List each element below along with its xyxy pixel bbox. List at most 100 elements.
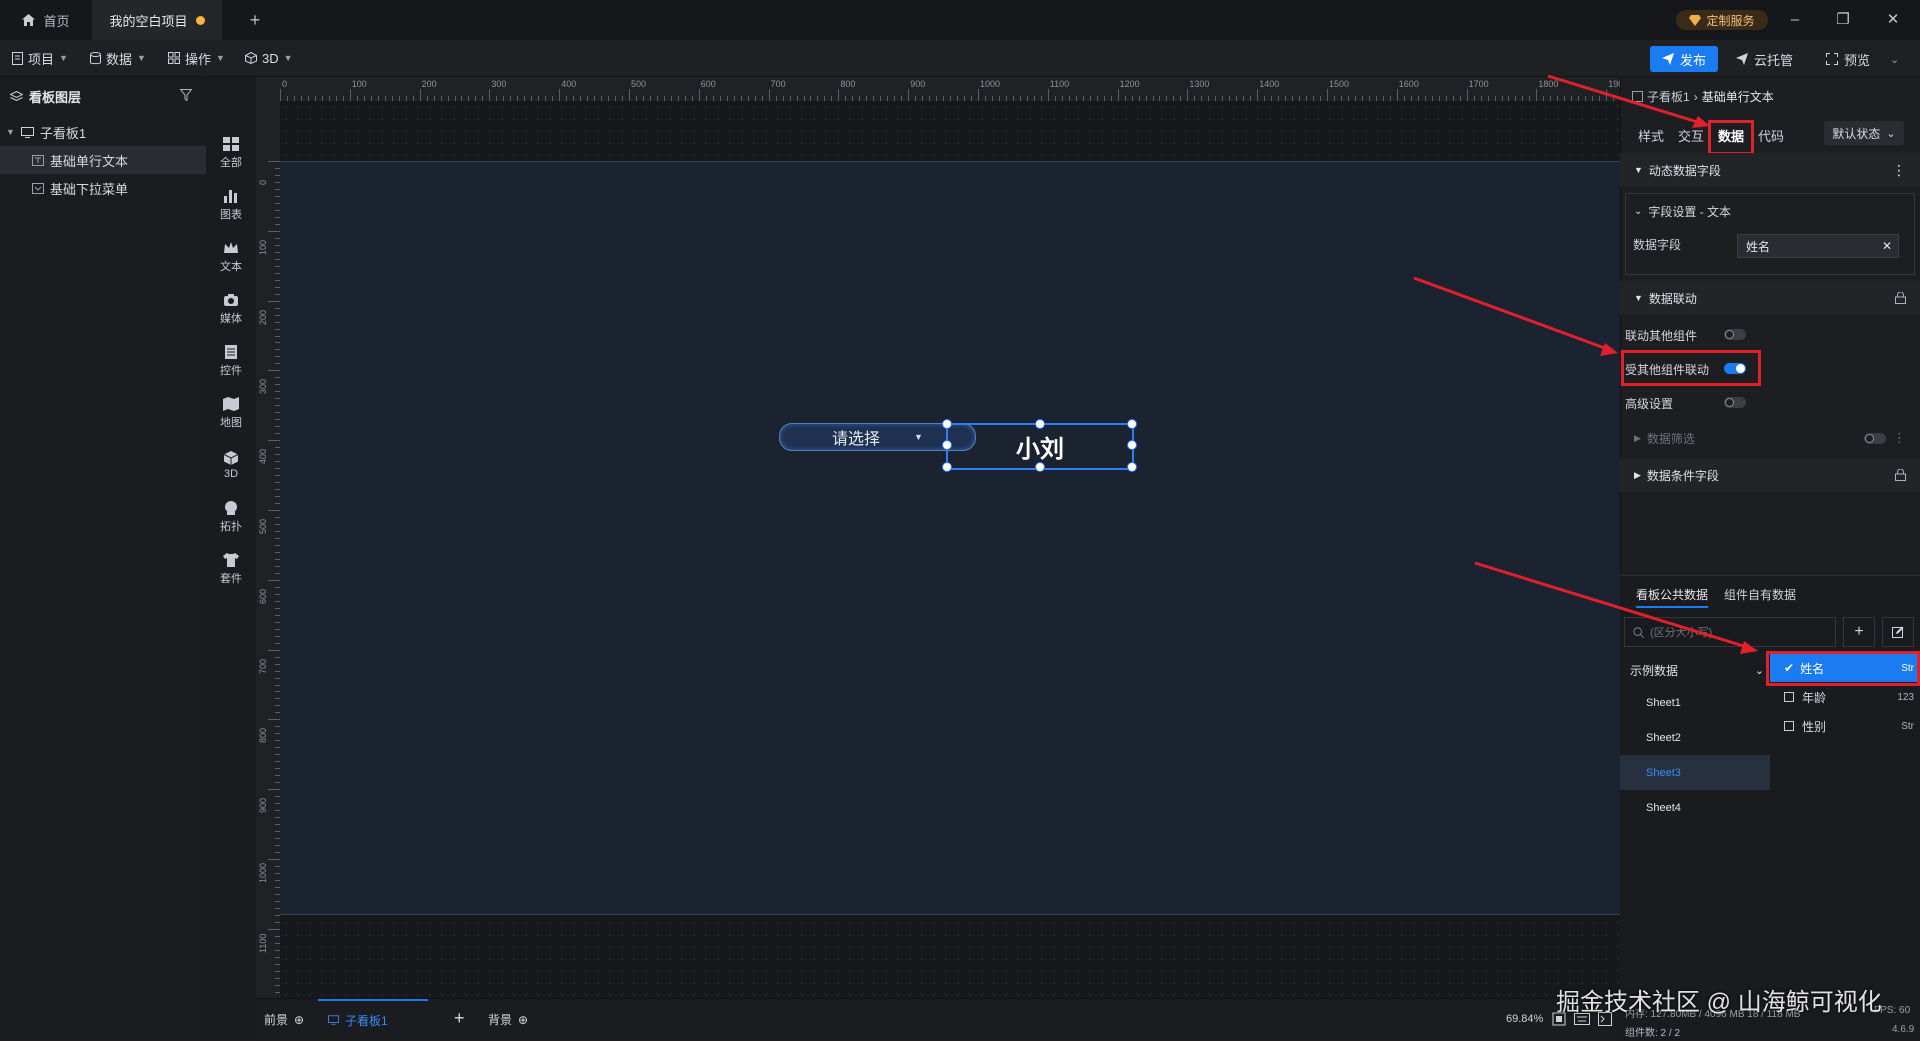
chevron-down-icon[interactable]: ⌄ [1890,53,1899,66]
field-row[interactable]: 年龄 123 [1770,683,1920,711]
category-media[interactable]: 媒体 [206,285,256,333]
sheet-item-selected[interactable]: Sheet3 [1620,755,1770,790]
add-circle-icon[interactable]: ⊕ [294,1013,304,1027]
preview-label: 预览 [1844,52,1871,68]
chevron-down-icon[interactable]: ▼ [6,127,15,137]
clear-icon[interactable]: ✕ [1882,239,1892,253]
filter-icon[interactable] [180,89,192,101]
lock-icon[interactable] [1895,469,1906,481]
sheet-item[interactable]: Sheet2 [1620,720,1770,755]
section-condition-fields[interactable]: ▶ 数据条件字段 [1620,458,1920,492]
tab-home[interactable]: 首页 [0,0,92,40]
sheet-item[interactable]: Sheet4 [1620,790,1770,825]
board-canvas[interactable] [280,161,1620,915]
edit-data-button[interactable] [1882,617,1914,647]
publish-button[interactable]: 发布 [1650,46,1718,72]
tab-home-label: 首页 [43,13,70,29]
category-text[interactable]: 文本 [206,233,256,281]
data-filter-toggle[interactable] [1864,433,1886,444]
tab-code[interactable]: 代码 [1758,126,1784,145]
add-circle-icon[interactable]: ⊕ [518,1013,528,1027]
resize-handle[interactable] [1127,462,1137,472]
field-row[interactable]: 性别 Str [1770,712,1920,740]
ruler-tick [1327,89,1328,101]
front-layer-tab[interactable]: 前景 ⊕ [264,1011,304,1028]
resize-handle[interactable] [1035,462,1045,472]
layer-item-dropdown[interactable]: 基础下拉菜单 [0,174,206,202]
section-data-filter[interactable]: ▶ 数据筛选 ⋮ [1620,420,1920,456]
chevron-down-icon: ⌄ [1634,206,1643,217]
data-search-placeholder: (区分大小写) [1650,627,1713,639]
menu-project-label: 项目 [28,51,55,67]
category-chart[interactable]: 图表 [206,181,256,229]
data-source-select[interactable]: 示例数据 ⌄ [1620,654,1770,686]
sheet-item[interactable]: Sheet1 [1620,685,1770,720]
menu-project[interactable]: 项目 ▼ [12,40,68,76]
checkbox[interactable] [1784,721,1794,731]
add-board-button[interactable]: + [454,1008,465,1029]
menu-3d[interactable]: 3D ▼ [245,40,293,76]
tab-project[interactable]: 我的空白项目 [92,0,222,40]
dropdown-layer-icon [32,182,44,194]
chevron-down-icon: ⌄ [1754,664,1764,677]
close-button[interactable]: ✕ [1881,8,1905,32]
category-control[interactable]: 控件 [206,337,256,385]
cloud-hosting-button[interactable]: 云托管 [1736,46,1793,72]
state-select[interactable]: 默认状态 ⌄ [1824,121,1904,145]
file-icon [12,51,23,65]
more-icon[interactable]: ⋮ [1893,430,1906,446]
data-field-input[interactable]: 姓名 ✕ [1737,234,1899,258]
resize-handle[interactable] [942,462,952,472]
tab-own-data[interactable]: 组件自有数据 [1724,586,1796,603]
text-component-value: 小刘 [1016,436,1064,463]
layer-item-text[interactable]: 基础单行文本 [0,146,206,174]
category-topology[interactable]: 拓扑 [206,493,256,541]
menu-data[interactable]: 数据 ▼ [90,40,146,76]
section-dynamic-fields[interactable]: ▼ 动态数据字段 ⋮ [1620,153,1920,187]
category-map[interactable]: 地图 [206,389,256,437]
grid-icon [223,137,239,151]
resize-handle[interactable] [1127,419,1137,429]
more-icon[interactable]: ⋮ [1892,162,1906,179]
checkbox[interactable] [1784,692,1794,702]
preview-button[interactable]: 预览 ⌄ [1826,46,1899,72]
tab-style[interactable]: 样式 [1638,126,1664,145]
layer-board[interactable]: ▼ 子看板1 [0,118,212,146]
ruler-label: 100 [258,239,268,255]
new-tab-button[interactable]: + [240,0,270,40]
tab-public-data[interactable]: 看板公共数据 [1636,586,1708,603]
category-kit[interactable]: 套件 [206,545,256,593]
minimize-button[interactable]: – [1783,8,1807,32]
ruler-tick [838,89,840,101]
section-linkage[interactable]: ▼ 数据联动 [1620,281,1920,315]
background-layer-tab[interactable]: 背景 ⊕ [488,1011,528,1028]
resize-handle[interactable] [1035,419,1045,429]
board-tab[interactable]: 子看板1 [318,999,428,1039]
link-other-toggle[interactable] [1724,329,1746,340]
chevron-down-icon: ▼ [283,53,293,63]
zoom-level[interactable]: 69.84% [1506,1013,1543,1025]
resize-handle[interactable] [1127,440,1137,450]
data-field-value: 姓名 [1746,239,1771,254]
tab-interaction[interactable]: 交互 [1678,126,1704,145]
breadcrumb-separator: › [1693,89,1698,104]
category-text-label: 文本 [220,261,242,273]
chevron-right-icon: ▶ [1634,469,1641,480]
category-3d[interactable]: 3D [206,441,256,489]
resize-handle[interactable] [942,419,952,429]
category-all[interactable]: 全部 [206,129,256,177]
ruler-tick [280,89,281,101]
custom-service-button[interactable]: 定制服务 [1676,10,1768,30]
ruler-tick [1536,89,1538,101]
menu-operation[interactable]: 操作 ▼ [168,40,225,76]
add-data-button[interactable]: + [1843,617,1875,647]
data-search-input[interactable]: (区分大小写) [1624,617,1836,647]
field-setting-header[interactable]: ⌄ 字段设置 - 文本 [1634,203,1731,220]
advanced-settings-toggle[interactable] [1724,397,1746,408]
resize-handle[interactable] [942,440,952,450]
monitor-icon [20,126,34,138]
ruler-tick [268,579,280,581]
breadcrumb-board[interactable]: 子看板1 [1647,88,1690,105]
lock-icon[interactable] [1895,292,1906,304]
restore-button[interactable]: ❐ [1831,8,1855,32]
